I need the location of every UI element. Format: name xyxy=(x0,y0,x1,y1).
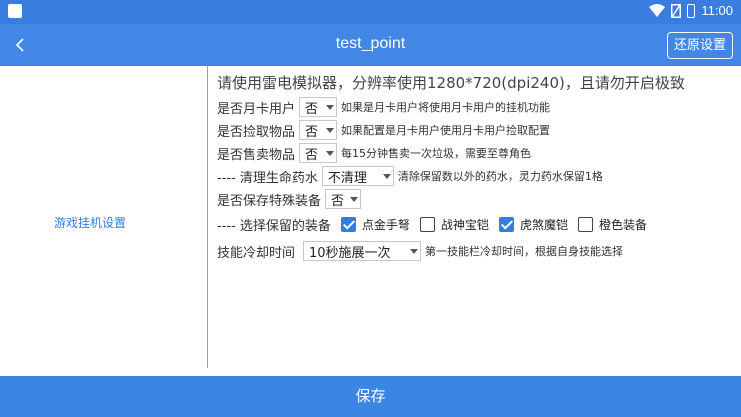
checkbox-label: 点金手弩 xyxy=(361,218,410,232)
checkbox-gold-crossbow[interactable] xyxy=(340,217,356,232)
checkbox-label: 战神宝铠 xyxy=(440,218,489,232)
setting-description: 如果配置是月卡用户使用月卡用户捡取配置 xyxy=(341,124,551,137)
title-bar: test_point 还原设置 xyxy=(0,24,741,66)
setting-cooldown: 技能冷却时间 10秒施展一次 第一技能栏冷却时间，根据自身技能选择 xyxy=(217,241,623,261)
wifi-icon xyxy=(649,3,666,17)
checkbox-label: 虎煞魔铠 xyxy=(519,218,568,232)
clock: 11:00 xyxy=(701,3,733,18)
setting-special-gear: 是否保存特殊装备 否 xyxy=(217,189,362,209)
sidebar-item-game-afk-settings[interactable]: 游戏挂机设置 xyxy=(0,214,180,231)
notice-text: 请使用雷电模拟器，分辨率使用1280*720(dpi240)，且请勿开启极致 xyxy=(217,74,685,92)
select-value: 否 xyxy=(305,124,319,140)
settings-panel: 请使用雷电模拟器，分辨率使用1280*720(dpi240)，且请勿开启极致 是… xyxy=(217,66,737,368)
save-button[interactable]: 保存 xyxy=(0,376,741,417)
dropdown-caret-icon xyxy=(326,150,335,156)
checkbox-orange-gear[interactable] xyxy=(577,217,593,232)
dropdown-caret-icon xyxy=(326,127,335,133)
reset-settings-button[interactable]: 还原设置 xyxy=(666,32,733,59)
setting-label: 是否捡取物品 xyxy=(217,124,296,140)
setting-description: 每15分钟售卖一次垃圾，需要至尊角色 xyxy=(341,147,532,160)
status-icons: 11:00 xyxy=(649,3,733,18)
setting-label: 技能冷却时间 xyxy=(217,245,296,261)
special-gear-select[interactable]: 否 xyxy=(325,189,362,209)
checkbox-tiger-armor[interactable] xyxy=(498,217,514,232)
app-root: 11:00 test_point 还原设置 游戏挂机设置 请使用雷电模拟器，分辨… xyxy=(0,0,741,417)
status-bar: 11:00 xyxy=(0,0,741,24)
dropdown-caret-icon xyxy=(350,196,359,202)
battery-icon xyxy=(687,3,696,18)
setting-label: ---- 清理生命药水 xyxy=(217,170,318,186)
checkbox-label: 橙色装备 xyxy=(598,218,647,232)
page-title: test_point xyxy=(335,35,406,52)
setting-sell: 是否售卖物品 否 每15分钟售卖一次垃圾，需要至尊角色 xyxy=(217,143,531,163)
dropdown-caret-icon xyxy=(410,248,419,254)
dropdown-caret-icon xyxy=(326,104,335,110)
sidebar: 游戏挂机设置 xyxy=(0,66,208,368)
select-value: 否 xyxy=(331,193,345,209)
setting-description: 如果是月卡用户将使用月卡用户的挂机功能 xyxy=(341,101,551,114)
setting-label: 是否售卖物品 xyxy=(217,147,296,163)
select-value: 否 xyxy=(305,101,319,117)
dropdown-caret-icon xyxy=(382,173,391,179)
select-value: 否 xyxy=(305,147,319,163)
setting-label: 是否月卡用户 xyxy=(217,101,296,117)
select-value: 10秒施展一次 xyxy=(309,245,391,261)
sell-select[interactable]: 否 xyxy=(299,143,338,163)
setting-potion: ---- 清理生命药水 不清理 清除保留数以外的药水，灵力药水保留1格 xyxy=(217,166,603,186)
checkbox-war-god-armor[interactable] xyxy=(419,217,435,232)
pickup-select[interactable]: 否 xyxy=(299,120,338,140)
no-sim-icon xyxy=(671,3,682,18)
setting-description: 第一技能栏冷却时间，根据自身技能选择 xyxy=(425,245,624,258)
setting-label: 是否保存特殊装备 xyxy=(217,193,322,209)
potion-select[interactable]: 不清理 xyxy=(321,166,394,186)
cooldown-select[interactable]: 10秒施展一次 xyxy=(303,241,422,261)
notification-icon xyxy=(8,4,22,18)
monthly-user-select[interactable]: 否 xyxy=(299,97,338,117)
setting-description: 清除保留数以外的药水，灵力药水保留1格 xyxy=(397,170,603,183)
setting-pickup: 是否捡取物品 否 如果配置是月卡用户使用月卡用户捡取配置 xyxy=(217,120,550,140)
setting-label: ---- 选择保留的装备 xyxy=(217,219,331,234)
setting-monthly-user: 是否月卡用户 否 如果是月卡用户将使用月卡用户的挂机功能 xyxy=(217,97,550,117)
setting-keep-gear: ---- 选择保留的装备 点金手弩 战神宝铠 虎煞魔铠 橙色装备 xyxy=(217,215,647,234)
select-value: 不清理 xyxy=(327,170,367,186)
